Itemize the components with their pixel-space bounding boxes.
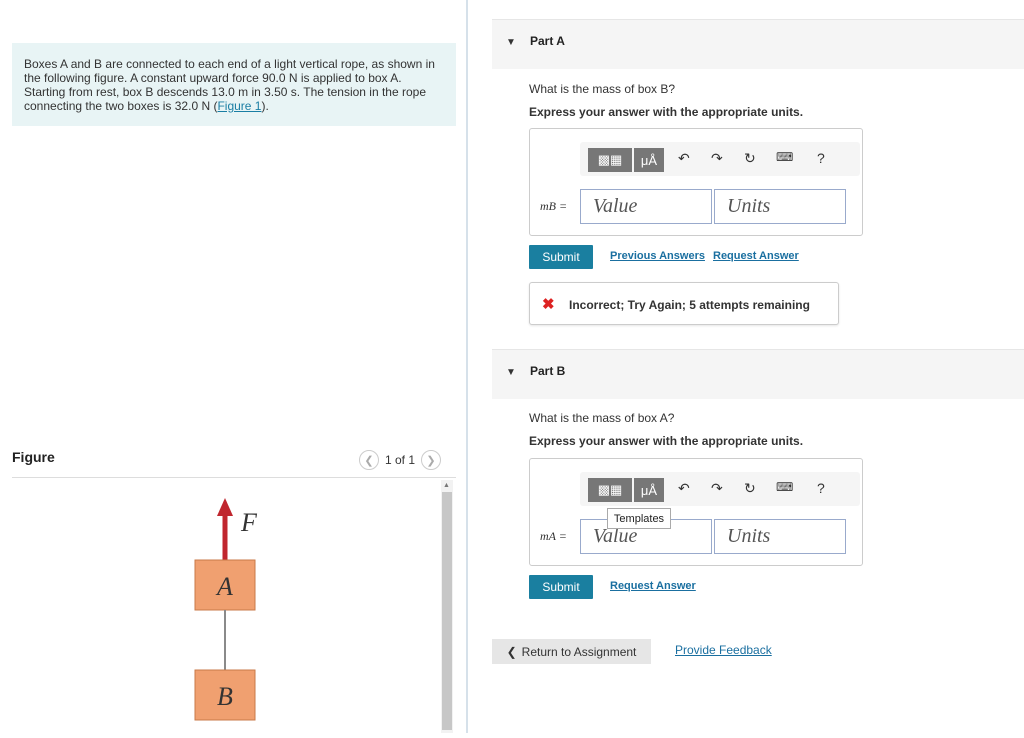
part-b-toolbar: ▩▦ μÅ ↶ ↷ ↻ ⌨ ? xyxy=(580,472,860,506)
part-a-instruction: Express your answer with the appropriate… xyxy=(529,105,804,119)
box-b-label: B xyxy=(217,682,233,711)
left-panel: Boxes A and B are connected to each end … xyxy=(0,0,466,733)
redo-icon[interactable]: ↷ xyxy=(711,480,723,497)
redo-icon[interactable]: ↷ xyxy=(711,150,723,167)
part-a-units-input[interactable]: Units xyxy=(714,189,846,224)
part-a-value-input[interactable]: Value xyxy=(580,189,712,224)
next-figure-button[interactable]: ❯ xyxy=(421,450,442,470)
force-arrowhead xyxy=(217,498,233,516)
problem-line-4-end: ). xyxy=(261,99,269,113)
feedback-text: Incorrect; Try Again; 5 attempts remaini… xyxy=(569,298,810,312)
figure-link[interactable]: Figure 1 xyxy=(217,99,261,113)
templates-tooltip: Templates xyxy=(607,508,671,529)
problem-line-4-text: connecting the two boxes is 32.0 N ( xyxy=(24,99,218,113)
keyboard-icon[interactable]: ⌨ xyxy=(776,480,793,494)
previous-answers-link[interactable]: Previous Answers xyxy=(610,250,705,262)
units-mu-button[interactable]: μÅ xyxy=(634,478,664,502)
chevron-left-icon: ❮ xyxy=(506,644,517,659)
part-a-question: What is the mass of box B? xyxy=(529,82,676,96)
return-to-assignment-button[interactable]: ❮ Return to Assignment xyxy=(492,639,651,664)
problem-line-1: Boxes A and B are connected to each end … xyxy=(24,57,435,71)
templates-icon[interactable]: ▩▦ xyxy=(588,148,632,172)
part-a-label: Part A xyxy=(530,34,565,48)
incorrect-x-icon: ✖ xyxy=(542,296,555,313)
keyboard-icon[interactable]: ⌨ xyxy=(776,150,793,164)
part-b-instruction: Express your answer with the appropriate… xyxy=(529,434,804,448)
figure-canvas: F A B xyxy=(12,478,440,733)
prev-figure-button[interactable]: ❮ xyxy=(359,450,379,470)
undo-icon[interactable]: ↶ xyxy=(678,150,690,167)
part-a-variable-label: mB = xyxy=(540,199,568,213)
part-a-header[interactable]: ▼ Part A xyxy=(492,19,1024,69)
part-b-request-answer-link[interactable]: Request Answer xyxy=(610,580,696,592)
problem-line-2: the following figure. A constant upward … xyxy=(24,71,402,85)
collapse-triangle-icon[interactable]: ▼ xyxy=(506,37,516,48)
figure-scrollbar[interactable]: ▲ xyxy=(441,480,453,733)
scroll-up-icon[interactable]: ▲ xyxy=(443,482,450,489)
figure-title: Figure xyxy=(12,449,55,465)
collapse-triangle-icon[interactable]: ▼ xyxy=(506,367,516,378)
help-icon[interactable]: ? xyxy=(817,150,825,166)
problem-line-4: connecting the two boxes is 32.0 N (Figu… xyxy=(24,99,444,113)
return-label: Return to Assignment xyxy=(521,644,637,659)
part-a-submit-button[interactable]: Submit xyxy=(529,245,593,269)
problem-statement: Boxes A and B are connected to each end … xyxy=(12,43,456,126)
provide-feedback-link[interactable]: Provide Feedback xyxy=(675,643,772,657)
part-a-answer-box: ▩▦ μÅ ↶ ↷ ↻ ⌨ ? mB = Value Units xyxy=(529,128,863,236)
force-label: F xyxy=(240,508,258,537)
reset-icon[interactable]: ↻ xyxy=(744,480,756,497)
pager-text: 1 of 1 xyxy=(385,453,416,467)
help-icon[interactable]: ? xyxy=(817,480,825,496)
part-a-toolbar: ▩▦ μÅ ↶ ↷ ↻ ⌨ ? xyxy=(580,142,860,176)
scrollbar-thumb[interactable] xyxy=(442,492,452,730)
part-b-variable-label: mA = xyxy=(540,529,567,543)
part-b-header[interactable]: ▼ Part B xyxy=(492,349,1024,399)
part-b-units-input[interactable]: Units xyxy=(714,519,846,554)
figure-pager: ❮ 1 of 1 ❯ xyxy=(359,450,442,470)
figure-diagram: F A B xyxy=(194,498,258,721)
panel-divider xyxy=(466,0,468,733)
part-b-label: Part B xyxy=(530,364,566,378)
part-a-feedback: ✖ Incorrect; Try Again; 5 attempts remai… xyxy=(529,282,839,325)
part-b-submit-button[interactable]: Submit xyxy=(529,575,593,599)
reset-icon[interactable]: ↻ xyxy=(744,150,756,167)
units-mu-button[interactable]: μÅ xyxy=(634,148,664,172)
part-b-answer-box: ▩▦ μÅ ↶ ↷ ↻ ⌨ ? mA = Value Units xyxy=(529,458,863,566)
part-b-question: What is the mass of box A? xyxy=(529,411,675,425)
box-a-label: A xyxy=(215,572,233,601)
part-a-request-answer-link[interactable]: Request Answer xyxy=(713,250,799,262)
problem-line-3: Starting from rest, box B descends 13.0 … xyxy=(24,85,426,99)
undo-icon[interactable]: ↶ xyxy=(678,480,690,497)
templates-icon[interactable]: ▩▦ xyxy=(588,478,632,502)
